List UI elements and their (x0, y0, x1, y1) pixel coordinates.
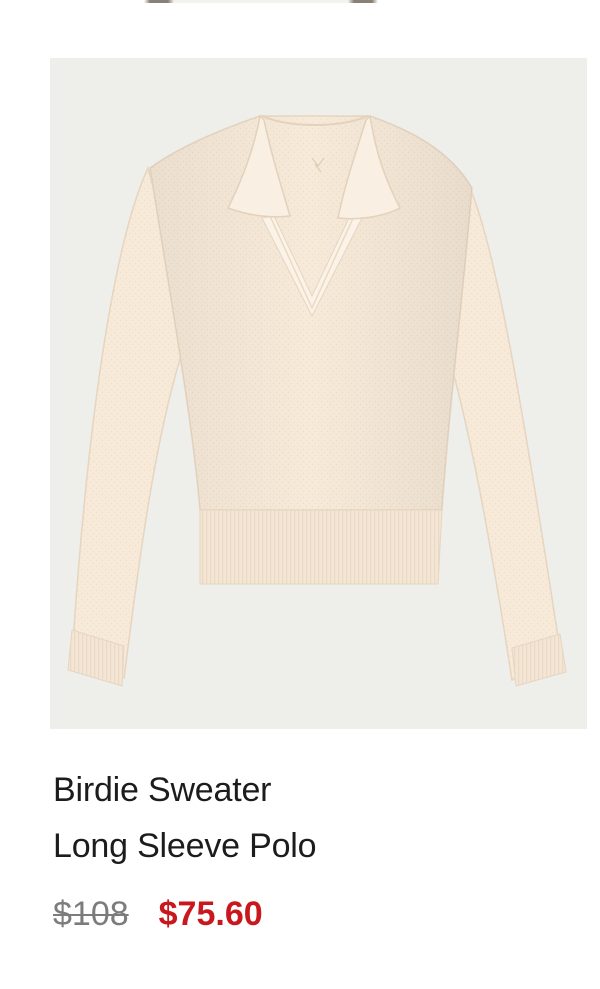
product-card[interactable]: Birdie Sweater Long Sleeve Polo $108 $75… (0, 0, 600, 989)
price-row: $108 $75.60 (53, 890, 263, 938)
product-title-line-2: Long Sleeve Polo (53, 827, 317, 865)
product-image[interactable] (50, 58, 587, 729)
product-title[interactable]: Birdie Sweater Long Sleeve Polo (53, 762, 573, 874)
sale-price: $75.60 (158, 894, 263, 933)
product-title-line-1: Birdie Sweater (53, 771, 272, 809)
original-price: $108 (53, 894, 129, 933)
sweater-illustration (67, 114, 567, 687)
